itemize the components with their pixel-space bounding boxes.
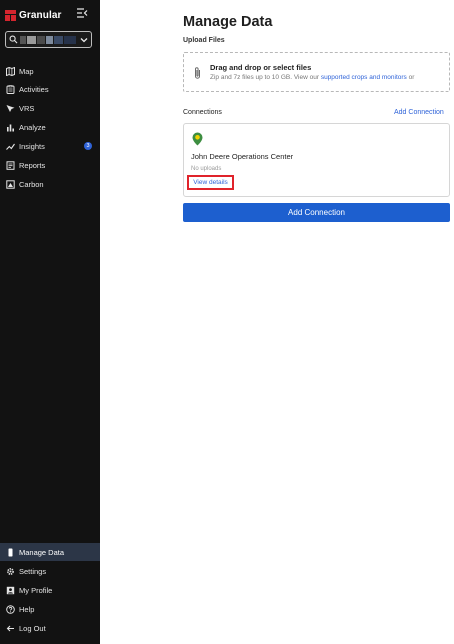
dropzone-subtitle-text: Zip and 7z files up to 10 GB. View our (210, 74, 321, 81)
dropzone-subtitle-suffix: or (406, 74, 415, 81)
map-pin-icon (192, 132, 203, 146)
sidebar-item-log-out[interactable]: Log Out (0, 619, 100, 637)
sidebar-item-reports[interactable]: Reports (0, 156, 100, 174)
carbon-icon (6, 179, 15, 189)
sidebar-item-settings[interactable]: Settings (0, 562, 100, 580)
redacted-block (20, 36, 26, 44)
view-details-link[interactable]: View details (187, 175, 234, 190)
brand[interactable]: Granular (5, 7, 61, 23)
sidebar-item-label: Log Out (19, 623, 46, 633)
sidebar-item-label: Activities (19, 84, 49, 94)
paperclip-icon (195, 67, 200, 79)
sidebar-item-activities[interactable]: Activities (0, 80, 100, 98)
sidebar-item-manage-data[interactable]: Manage Data (0, 543, 100, 561)
clipboard-icon (6, 84, 15, 94)
insights-count-badge: 3 (84, 142, 92, 150)
sidebar-item-insights[interactable]: Insights 3 (0, 137, 100, 155)
connection-status: No uploads (191, 166, 222, 172)
brand-name: Granular (19, 9, 62, 21)
sidebar-item-label: Help (19, 604, 35, 614)
search-icon (9, 35, 18, 44)
sidebar-item-label: My Profile (19, 585, 53, 595)
chevron-down-icon (80, 38, 88, 43)
sidebar-item-label: Map (19, 66, 34, 76)
sidebar-item-label: VRS (19, 103, 35, 113)
redacted-block (37, 36, 45, 44)
vrs-icon (6, 104, 15, 113)
farm-selector[interactable] (5, 31, 92, 48)
sidebar-item-map[interactable]: Map (0, 62, 100, 80)
report-icon (6, 160, 15, 170)
sidebar-item-label: Settings (19, 566, 47, 576)
profile-icon (6, 586, 15, 595)
redacted-block (64, 36, 76, 44)
connections-label: Connections (183, 109, 222, 116)
redacted-block (46, 36, 53, 44)
sidebar-item-carbon[interactable]: Carbon (0, 175, 100, 193)
upload-files-label: Upload Files (183, 37, 225, 44)
connection-name: John Deere Operations Center (191, 152, 294, 161)
collapse-sidebar-icon[interactable] (76, 7, 88, 19)
sidebar-item-label: Carbon (19, 179, 44, 189)
help-icon (6, 604, 15, 614)
redacted-block (27, 36, 36, 44)
add-connection-link[interactable]: Add Connection (394, 109, 444, 116)
sidebar-item-my-profile[interactable]: My Profile (0, 581, 100, 599)
sidebar-item-vrs[interactable]: VRS (0, 99, 100, 117)
gear-icon (6, 567, 15, 576)
bar-chart-icon (6, 123, 15, 132)
logout-icon (6, 624, 15, 633)
phone-icon (6, 548, 15, 557)
sidebar-item-label: Analyze (19, 122, 46, 132)
dropzone-subtitle: Zip and 7z files up to 10 GB. View our s… (210, 74, 414, 81)
sidebar-item-label: Manage Data (19, 547, 65, 557)
sidebar-item-label: Reports (19, 160, 46, 170)
map-icon (6, 66, 15, 76)
add-connection-button[interactable]: Add Connection (183, 203, 450, 222)
redacted-block (54, 36, 63, 44)
file-dropzone[interactable]: Drag and drop or select files Zip and 7z… (183, 52, 450, 92)
dropzone-title: Drag and drop or select files (210, 63, 312, 72)
trend-icon (6, 142, 15, 151)
sidebar-item-label: Insights (19, 141, 45, 151)
supported-crops-link[interactable]: supported crops and monitors (321, 74, 407, 81)
sidebar-item-analyze[interactable]: Analyze (0, 118, 100, 136)
connection-card[interactable]: John Deere Operations Center No uploads … (183, 123, 450, 197)
granular-logo-icon (5, 9, 16, 21)
sidebar: Granular Map Activities VRS Analyze Insi… (0, 0, 100, 644)
page-title: Manage Data (183, 14, 273, 30)
sidebar-item-help[interactable]: Help (0, 600, 100, 618)
